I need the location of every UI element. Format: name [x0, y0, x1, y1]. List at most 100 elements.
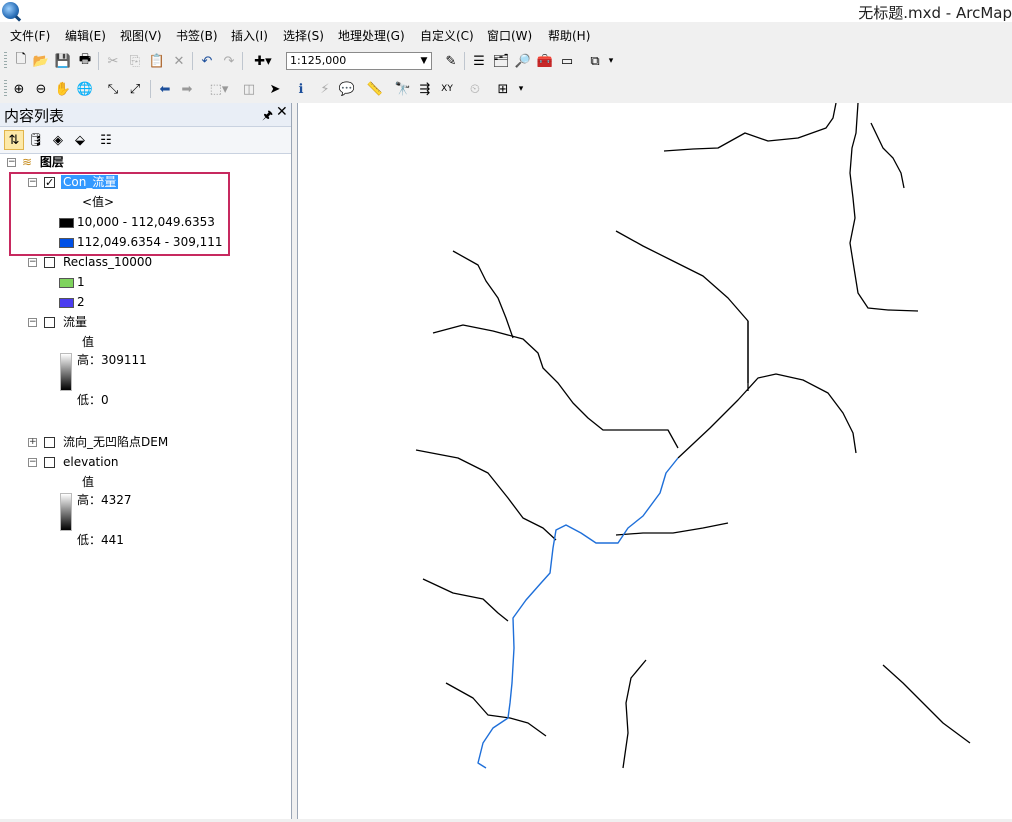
- menu-windows[interactable]: 窗口(W): [487, 27, 532, 44]
- standard-toolbar: 🗋 📂 💾 🖶 ✂ ⎘ 📋 ✕ ↶ ↷ ✚▾ 1:125,000 ▼ ✎ ☰ 🗂…: [0, 47, 1012, 75]
- arctoolbox-icon[interactable]: 🧰: [536, 52, 554, 70]
- time-slider-icon[interactable]: ⏲: [466, 80, 484, 98]
- stream-segment: [882, 664, 971, 744]
- legend-class-label: 2: [77, 295, 85, 309]
- annotation-highlight-box: [9, 172, 230, 256]
- toolbar-grip[interactable]: [4, 52, 7, 70]
- html-popup-icon[interactable]: 💬: [338, 80, 356, 98]
- toolbar-grip[interactable]: [4, 80, 7, 98]
- menu-file[interactable]: 文件(F): [10, 27, 50, 44]
- legend-color-ramp: [60, 353, 72, 391]
- cut-icon[interactable]: ✂: [104, 52, 122, 70]
- stream-segment: [870, 122, 905, 189]
- forward-extent-icon[interactable]: ➡: [178, 80, 196, 98]
- pan-icon[interactable]: ✋: [54, 80, 72, 98]
- legend-swatch-purple: [59, 298, 74, 308]
- fixed-zoom-out-icon[interactable]: ⤢: [126, 80, 144, 98]
- measure-icon[interactable]: 📏: [366, 80, 384, 98]
- map-scale-combo[interactable]: 1:125,000 ▼: [286, 52, 432, 70]
- menu-customize[interactable]: 自定义(C): [420, 27, 474, 44]
- list-by-selection-icon[interactable]: ⬙: [70, 130, 90, 150]
- copy-icon[interactable]: ⎘: [126, 52, 144, 70]
- legend-high-label: 高：309111: [77, 353, 147, 367]
- select-features-icon[interactable]: ⬚▾: [204, 80, 234, 98]
- layer-flow[interactable]: 流量: [63, 313, 87, 331]
- menu-geoprocessing[interactable]: 地理处理(G): [338, 27, 405, 44]
- layer-flow-direction[interactable]: 流向_无凹陷点DEM: [63, 433, 168, 451]
- editor-toolbar-icon[interactable]: ✎: [442, 52, 460, 70]
- new-document-icon[interactable]: 🗋: [12, 52, 30, 70]
- expand-icon[interactable]: +: [28, 438, 37, 447]
- stream-segment: [663, 102, 837, 152]
- stream-segment: [422, 578, 509, 622]
- close-icon[interactable]: ✕: [276, 104, 288, 120]
- print-icon[interactable]: 🖶: [76, 52, 94, 70]
- list-by-source-icon[interactable]: 🛢: [26, 130, 46, 150]
- save-icon[interactable]: 💾: [54, 52, 72, 70]
- find-route-icon[interactable]: ⇶: [416, 80, 434, 98]
- main-stream-blue: [477, 457, 679, 769]
- menu-help[interactable]: 帮助(H): [548, 27, 590, 44]
- toolbar-separator: [242, 52, 243, 70]
- toolbar-options-icon[interactable]: ▾: [516, 80, 526, 98]
- list-by-drawing-order-icon[interactable]: ⇅: [4, 130, 24, 150]
- tools-toolbar: ⊕ ⊖ ✋ 🌐 ⤡ ⤢ ⬅ ➡ ⬚▾ ◫ ➤ ℹ ⚡ 💬 📏 🔭 ⇶ XY ⏲ …: [0, 75, 1012, 103]
- search-window-icon[interactable]: 🔎: [514, 52, 532, 70]
- create-viewer-window-icon[interactable]: ⊞: [494, 80, 512, 98]
- stream-segment: [677, 373, 857, 459]
- stream-network-raster: [415, 102, 971, 769]
- toolbar-options-icon[interactable]: ▾: [606, 52, 616, 70]
- identify-icon[interactable]: ℹ: [292, 80, 310, 98]
- paste-icon[interactable]: 📋: [148, 52, 166, 70]
- zoom-in-icon[interactable]: ⊕: [10, 80, 28, 98]
- table-of-contents-pane: 内容列表 🖈 ✕ ⇅ 🛢 ◈ ⬙ ☷ − ≋ 图层 − ✓ Con_流量 <值>…: [0, 103, 292, 819]
- zoom-out-icon[interactable]: ⊖: [32, 80, 50, 98]
- arcmap-app-icon[interactable]: [2, 2, 19, 19]
- layer-visibility-checkbox[interactable]: [44, 457, 55, 468]
- layers-root[interactable]: ≋ 图层: [22, 153, 64, 171]
- hyperlink-icon[interactable]: ⚡: [316, 80, 334, 98]
- chevron-down-icon[interactable]: ▼: [417, 53, 431, 69]
- menu-view[interactable]: 视图(V): [120, 27, 162, 44]
- add-data-icon[interactable]: ✚▾: [248, 52, 278, 70]
- redo-icon[interactable]: ↷: [220, 52, 238, 70]
- collapse-icon[interactable]: −: [28, 318, 37, 327]
- python-window-icon[interactable]: ▭: [558, 52, 576, 70]
- clear-selection-icon[interactable]: ◫: [240, 80, 258, 98]
- collapse-icon[interactable]: −: [7, 158, 16, 167]
- pin-icon[interactable]: 🖈: [262, 106, 273, 127]
- undo-icon[interactable]: ↶: [198, 52, 216, 70]
- back-extent-icon[interactable]: ⬅: [156, 80, 174, 98]
- select-elements-icon[interactable]: ➤: [266, 80, 284, 98]
- layer-visibility-checkbox[interactable]: [44, 317, 55, 328]
- layer-elevation[interactable]: elevation: [63, 453, 119, 471]
- model-builder-icon[interactable]: ⧉: [586, 52, 604, 70]
- open-folder-icon[interactable]: 📂: [32, 52, 50, 70]
- fixed-zoom-in-icon[interactable]: ⤡: [104, 80, 122, 98]
- list-by-visibility-icon[interactable]: ◈: [48, 130, 68, 150]
- map-view[interactable]: [297, 102, 1012, 819]
- menu-edit[interactable]: 编辑(E): [65, 27, 106, 44]
- map-scale-value: 1:125,000: [290, 54, 347, 67]
- legend-swatch-green: [59, 278, 74, 288]
- delete-icon[interactable]: ✕: [170, 52, 188, 70]
- legend-heading: 值: [82, 335, 95, 349]
- table-of-contents-icon[interactable]: ☰: [470, 52, 488, 70]
- catalog-icon[interactable]: 🗂: [492, 52, 510, 70]
- layer-visibility-checkbox[interactable]: [44, 437, 55, 448]
- toc-toolbar: ⇅ 🛢 ◈ ⬙ ☷: [0, 127, 291, 154]
- collapse-icon[interactable]: −: [28, 258, 37, 267]
- toc-options-icon[interactable]: ☷: [96, 130, 116, 150]
- go-to-xy-icon[interactable]: XY: [438, 80, 456, 98]
- menu-insert[interactable]: 插入(I): [231, 27, 268, 44]
- menu-selection[interactable]: 选择(S): [283, 27, 324, 44]
- collapse-icon[interactable]: −: [28, 458, 37, 467]
- find-icon[interactable]: 🔭: [394, 80, 412, 98]
- stream-segment: [432, 324, 679, 449]
- legend-low-label: 低：0: [77, 393, 109, 407]
- layer-visibility-checkbox[interactable]: [44, 257, 55, 268]
- legend-heading: 值: [82, 475, 95, 489]
- full-extent-icon[interactable]: 🌐: [76, 80, 94, 98]
- menu-bookmarks[interactable]: 书签(B): [176, 27, 218, 44]
- stream-segment: [445, 682, 547, 737]
